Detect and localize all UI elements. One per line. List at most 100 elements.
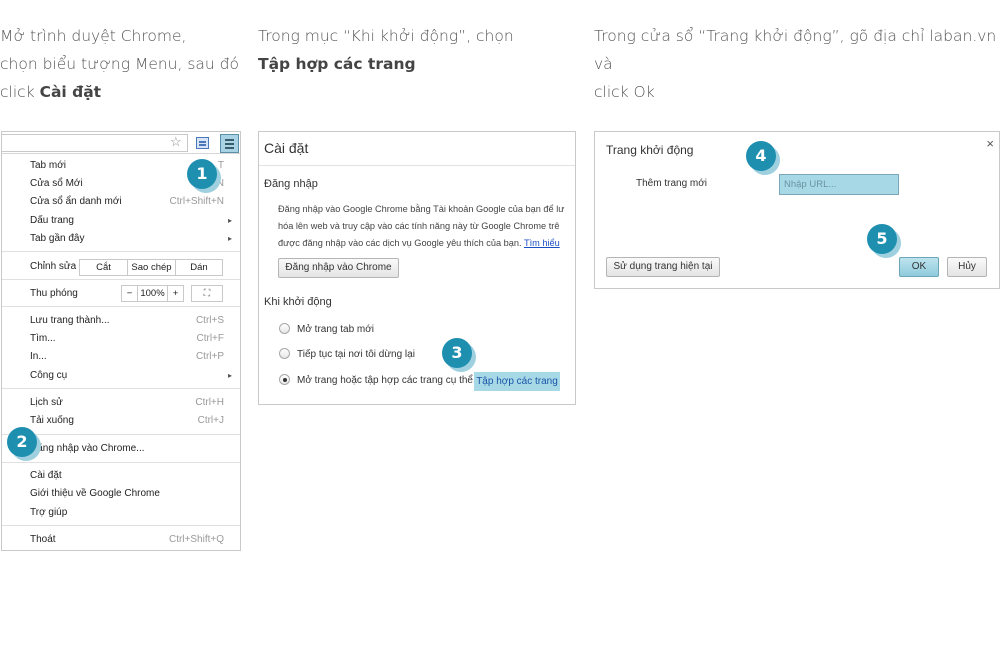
submenu-arrow-icon: ▸ — [227, 371, 232, 380]
menu-item-recent-tabs[interactable]: Tab gần đây ▸ — [30, 230, 232, 248]
dialog-title: Trang khởi động — [606, 143, 694, 157]
menu-divider — [2, 462, 240, 463]
menu-item-shortcut: Ctrl+S — [195, 315, 224, 326]
app-card-icon[interactable] — [196, 137, 209, 149]
zoom-in-button[interactable]: + — [168, 286, 183, 301]
menu-item-history[interactable]: Lịch sử Ctrl+H — [30, 394, 224, 412]
menu-item-label: Giới thiệu về Google Chrome — [30, 488, 160, 499]
menu-item-exit[interactable]: Thoát Ctrl+Shift+Q — [30, 531, 224, 549]
step1-caption-prefix: click — [0, 83, 40, 101]
cancel-button[interactable]: Hủy — [947, 257, 987, 277]
zoom-control: − 100% + — [121, 285, 184, 302]
use-current-pages-button[interactable]: Sử dụng trang hiện tại — [606, 257, 720, 277]
menu-divider — [2, 251, 240, 252]
startup-pages-dialog: Trang khởi động × Thêm trang mới Sử dụng… — [594, 131, 1000, 289]
omnibox[interactable] — [2, 134, 188, 152]
menu-item-shortcut: T — [217, 160, 224, 171]
step2-caption-bold: Tập hợp các trang — [258, 55, 416, 73]
zoom-out-button[interactable]: − — [122, 286, 138, 301]
close-icon[interactable]: × — [986, 136, 994, 151]
menu-divider — [2, 434, 240, 435]
menu-item-shortcut: Ctrl+H — [195, 397, 224, 408]
sign-in-to-chrome-button[interactable]: Đăng nhập vào Chrome — [278, 258, 399, 278]
menu-item-label: Công cụ — [30, 370, 68, 381]
signin-heading: Đăng nhập — [264, 178, 318, 190]
radio-open-new-tab[interactable] — [279, 323, 290, 334]
copy-button[interactable]: Sao chép — [128, 260, 176, 275]
submenu-arrow-icon: ▸ — [227, 216, 232, 225]
menu-item-downloads[interactable]: Tải xuống Ctrl+J — [30, 412, 224, 430]
add-new-page-label: Thêm trang mới — [636, 178, 708, 189]
menu-divider — [2, 279, 240, 280]
menu-item-label: Cửa sổ ẩn danh mới — [30, 196, 122, 207]
paste-button[interactable]: Dán — [176, 260, 222, 275]
radio-continue-label: Tiếp tục tại nơi tôi dừng lại — [297, 349, 415, 360]
startup-heading: Khi khởi động — [264, 296, 332, 308]
step-badge-5: 5 — [867, 224, 897, 254]
menu-item-label: Tab gần đây — [30, 233, 85, 244]
step1-caption-line1: Mở trình duyệt Chrome, — [0, 27, 187, 45]
ok-button[interactable]: OK — [899, 257, 939, 277]
step-badge-1: 1 — [187, 159, 217, 189]
set-pages-link[interactable]: Tập hợp các trang — [474, 372, 560, 391]
settings-title-divider — [259, 165, 575, 166]
learn-more-link[interactable]: Tìm hiểu — [524, 238, 560, 248]
radio-open-specific-pages[interactable] — [279, 374, 290, 385]
fullscreen-icon[interactable]: ⛶ — [192, 286, 222, 301]
menu-item-print[interactable]: In... Ctrl+P — [30, 348, 224, 366]
menu-item-shortcut: Ctrl+Shift+N — [169, 196, 224, 207]
menu-item-label: Dấu trang — [30, 215, 74, 226]
signin-desc-line2: hóa lên web và truy cập vào các tính năn… — [278, 221, 560, 231]
menu-item-label: Lịch sử — [30, 397, 63, 408]
menu-item-label: Cửa sổ Mới — [30, 178, 83, 189]
step2-caption: Trong mục “Khi khởi động”, chọn Tập hợp … — [258, 22, 578, 78]
chrome-menu-button[interactable] — [220, 134, 239, 153]
browser-toolbar: ☆ — [2, 132, 240, 154]
step3-caption-line1: Trong cửa sổ “Trang khởi động”, gõ địa c… — [594, 27, 997, 73]
menu-item-label: In... — [30, 351, 47, 362]
menu-item-settings[interactable]: Cài đặt — [30, 467, 224, 485]
edit-label: Chỉnh sửa — [30, 261, 77, 272]
signin-desc-line1: Đăng nhập vào Google Chrome bằng Tài kho… — [278, 204, 565, 214]
menu-item-incognito[interactable]: Cửa sổ ẩn danh mới Ctrl+Shift+N — [30, 193, 224, 211]
menu-item-shortcut: Ctrl+J — [197, 415, 224, 426]
signin-desc-text: được đăng nhập vào các dịch vụ Google yê… — [278, 238, 522, 248]
chrome-menu-panel: ☆ Tab mới T Cửa sổ Mới N Cửa sổ ẩn danh mớ… — [1, 131, 241, 551]
zoom-label: Thu phóng — [30, 288, 78, 299]
cut-button[interactable]: Cắt — [80, 260, 128, 275]
menu-divider — [2, 306, 240, 307]
menu-item-label: Tải xuống — [30, 415, 74, 426]
menu-item-bookmarks[interactable]: Dấu trang ▸ — [30, 212, 232, 230]
step-badge-4: 4 — [746, 141, 776, 171]
menu-item-label: Đăng nhập vào Chrome... — [30, 443, 145, 454]
menu-item-find[interactable]: Tìm... Ctrl+F — [30, 330, 224, 348]
step-badge-3: 3 — [442, 338, 472, 368]
signin-desc-line3: được đăng nhập vào các dịch vụ Google yê… — [278, 235, 575, 252]
menu-item-help[interactable]: Trợ giúp — [30, 504, 224, 522]
url-input[interactable] — [779, 174, 899, 195]
radio-open-specific-label: Mở trang hoặc tập hợp các trang cụ thể. — [297, 375, 476, 386]
step1-caption: Mở trình duyệt Chrome, chọn biểu tượng M… — [0, 22, 250, 106]
step3-caption-line2: click Ok — [594, 83, 655, 101]
edit-button-group: Cắt Sao chép Dán — [79, 259, 223, 276]
menu-item-shortcut: Ctrl+P — [195, 351, 224, 362]
menu-item-tools[interactable]: Công cụ ▸ — [30, 367, 232, 385]
menu-divider — [2, 388, 240, 389]
menu-item-shortcut: N — [216, 178, 224, 189]
menu-item-sign-in[interactable]: Đăng nhập vào Chrome... — [30, 440, 224, 458]
menu-item-label: Cài đặt — [30, 470, 62, 481]
menu-item-about-chrome[interactable]: Giới thiệu về Google Chrome — [30, 485, 224, 503]
step2-caption-line1: Trong mục “Khi khởi động”, chọn — [258, 27, 514, 45]
zoom-level: 100% — [138, 286, 168, 301]
step1-caption-line3: click Cài đặt — [0, 78, 250, 106]
step1-caption-bold: Cài đặt — [39, 83, 102, 101]
menu-item-label: Trợ giúp — [30, 507, 68, 518]
menu-item-shortcut: Ctrl+F — [196, 333, 225, 344]
step-badge-2: 2 — [7, 427, 37, 457]
menu-item-save-page[interactable]: Lưu trang thành... Ctrl+S — [30, 312, 224, 330]
star-icon[interactable]: ☆ — [170, 135, 182, 149]
fullscreen-control: ⛶ — [191, 285, 223, 302]
step3-caption: Trong cửa sổ “Trang khởi động”, gõ địa c… — [594, 22, 1001, 106]
step1-caption-line2: chọn biểu tượng Menu, sau đó — [0, 55, 240, 73]
radio-continue-where-left[interactable] — [279, 348, 290, 359]
